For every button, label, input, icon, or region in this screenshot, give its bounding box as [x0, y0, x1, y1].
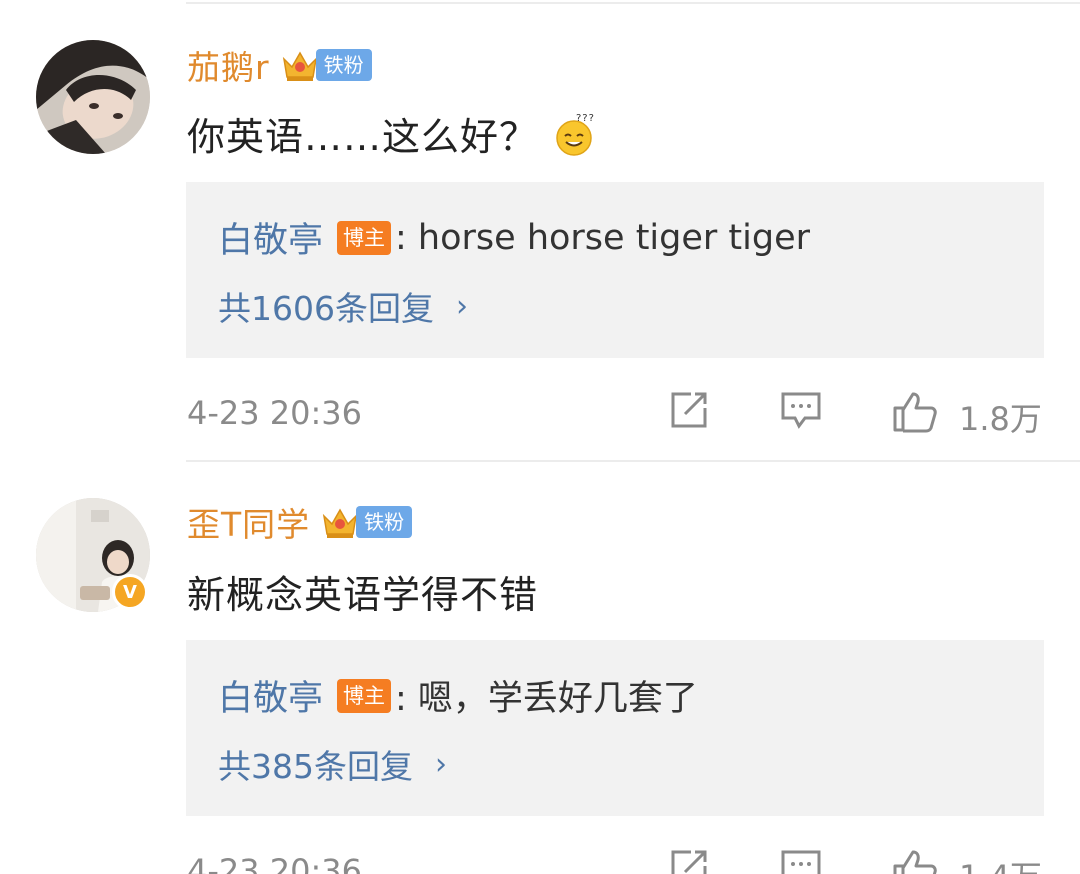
crown-icon [282, 51, 317, 81]
share-icon[interactable] [667, 388, 711, 432]
fan-badge: 铁粉 [315, 49, 372, 81]
username[interactable]: 茄鹅r [187, 41, 270, 89]
view-replies-link[interactable]: 共1606条回复 › [218, 282, 468, 330]
chevron-right-icon: › [435, 746, 447, 782]
comment-feed: 茄鹅r 铁粉 你英语……这么好？ ??? 白敬亭 博主 : horse hors… [0, 0, 1080, 874]
svg-text:???: ??? [576, 113, 595, 124]
reply-text: : horse horse tiger tiger [395, 217, 810, 258]
comment-text: 你英语……这么好？ ??? [187, 106, 596, 161]
comment-divider [186, 460, 1080, 462]
fan-badge: 铁粉 [356, 506, 413, 538]
avatar[interactable] [36, 40, 150, 154]
username[interactable]: 歪T同学 [187, 498, 310, 546]
comment-icon[interactable] [779, 388, 823, 432]
reply-line: 白敬亭 博主 : 嗯，学丢好几套了 [218, 670, 698, 721]
comment-meta: 4-23 20:36 1.4万 [187, 846, 1047, 874]
comment-body: 新概念英语学得不错 [187, 573, 539, 617]
timestamp: 4-23 20:36 [187, 394, 363, 432]
reply-author[interactable]: 白敬亭 [218, 670, 323, 721]
like-count: 1.8万 [959, 400, 1042, 438]
verified-icon: V [112, 574, 148, 610]
reply-text: : 嗯，学丢好几套了 [395, 679, 698, 719]
reply-author[interactable]: 白敬亭 [218, 212, 323, 263]
share-icon[interactable] [667, 846, 711, 874]
like-count: 1.4万 [959, 852, 1042, 874]
crown-icon [323, 508, 358, 538]
host-badge: 博主 [337, 678, 392, 713]
like-icon[interactable] [891, 846, 939, 874]
reply-count-text: 共385条回复 [218, 747, 413, 786]
host-badge: 博主 [337, 220, 392, 255]
reply-count-text: 共1606条回复 [218, 289, 434, 328]
timestamp: 4-23 20:36 [187, 852, 363, 874]
top-divider [186, 2, 1080, 4]
view-replies-link[interactable]: 共385条回复 › [218, 740, 447, 788]
comment-icon[interactable] [779, 846, 823, 874]
chevron-right-icon: › [455, 288, 468, 324]
reply-line: 白敬亭 博主 : horse horse tiger tiger [218, 212, 810, 263]
comment-body: 你英语……这么好？ [187, 115, 539, 159]
comment-meta: 4-23 20:36 1.8万 [187, 388, 1047, 438]
reply-preview[interactable]: 白敬亭 博主 : 嗯，学丢好几套了 共385条回复 › [186, 640, 1044, 816]
name-row: 茄鹅r 铁粉 [187, 40, 372, 90]
name-row: 歪T同学 铁粉 [187, 497, 413, 547]
reply-preview[interactable]: 白敬亭 博主 : horse horse tiger tiger 共1606条回… [186, 182, 1044, 358]
like-icon[interactable] [891, 388, 939, 436]
dizzy-smile-emoji-icon: ??? [556, 113, 595, 156]
comment-text: 新概念英语学得不错 [187, 564, 538, 619]
